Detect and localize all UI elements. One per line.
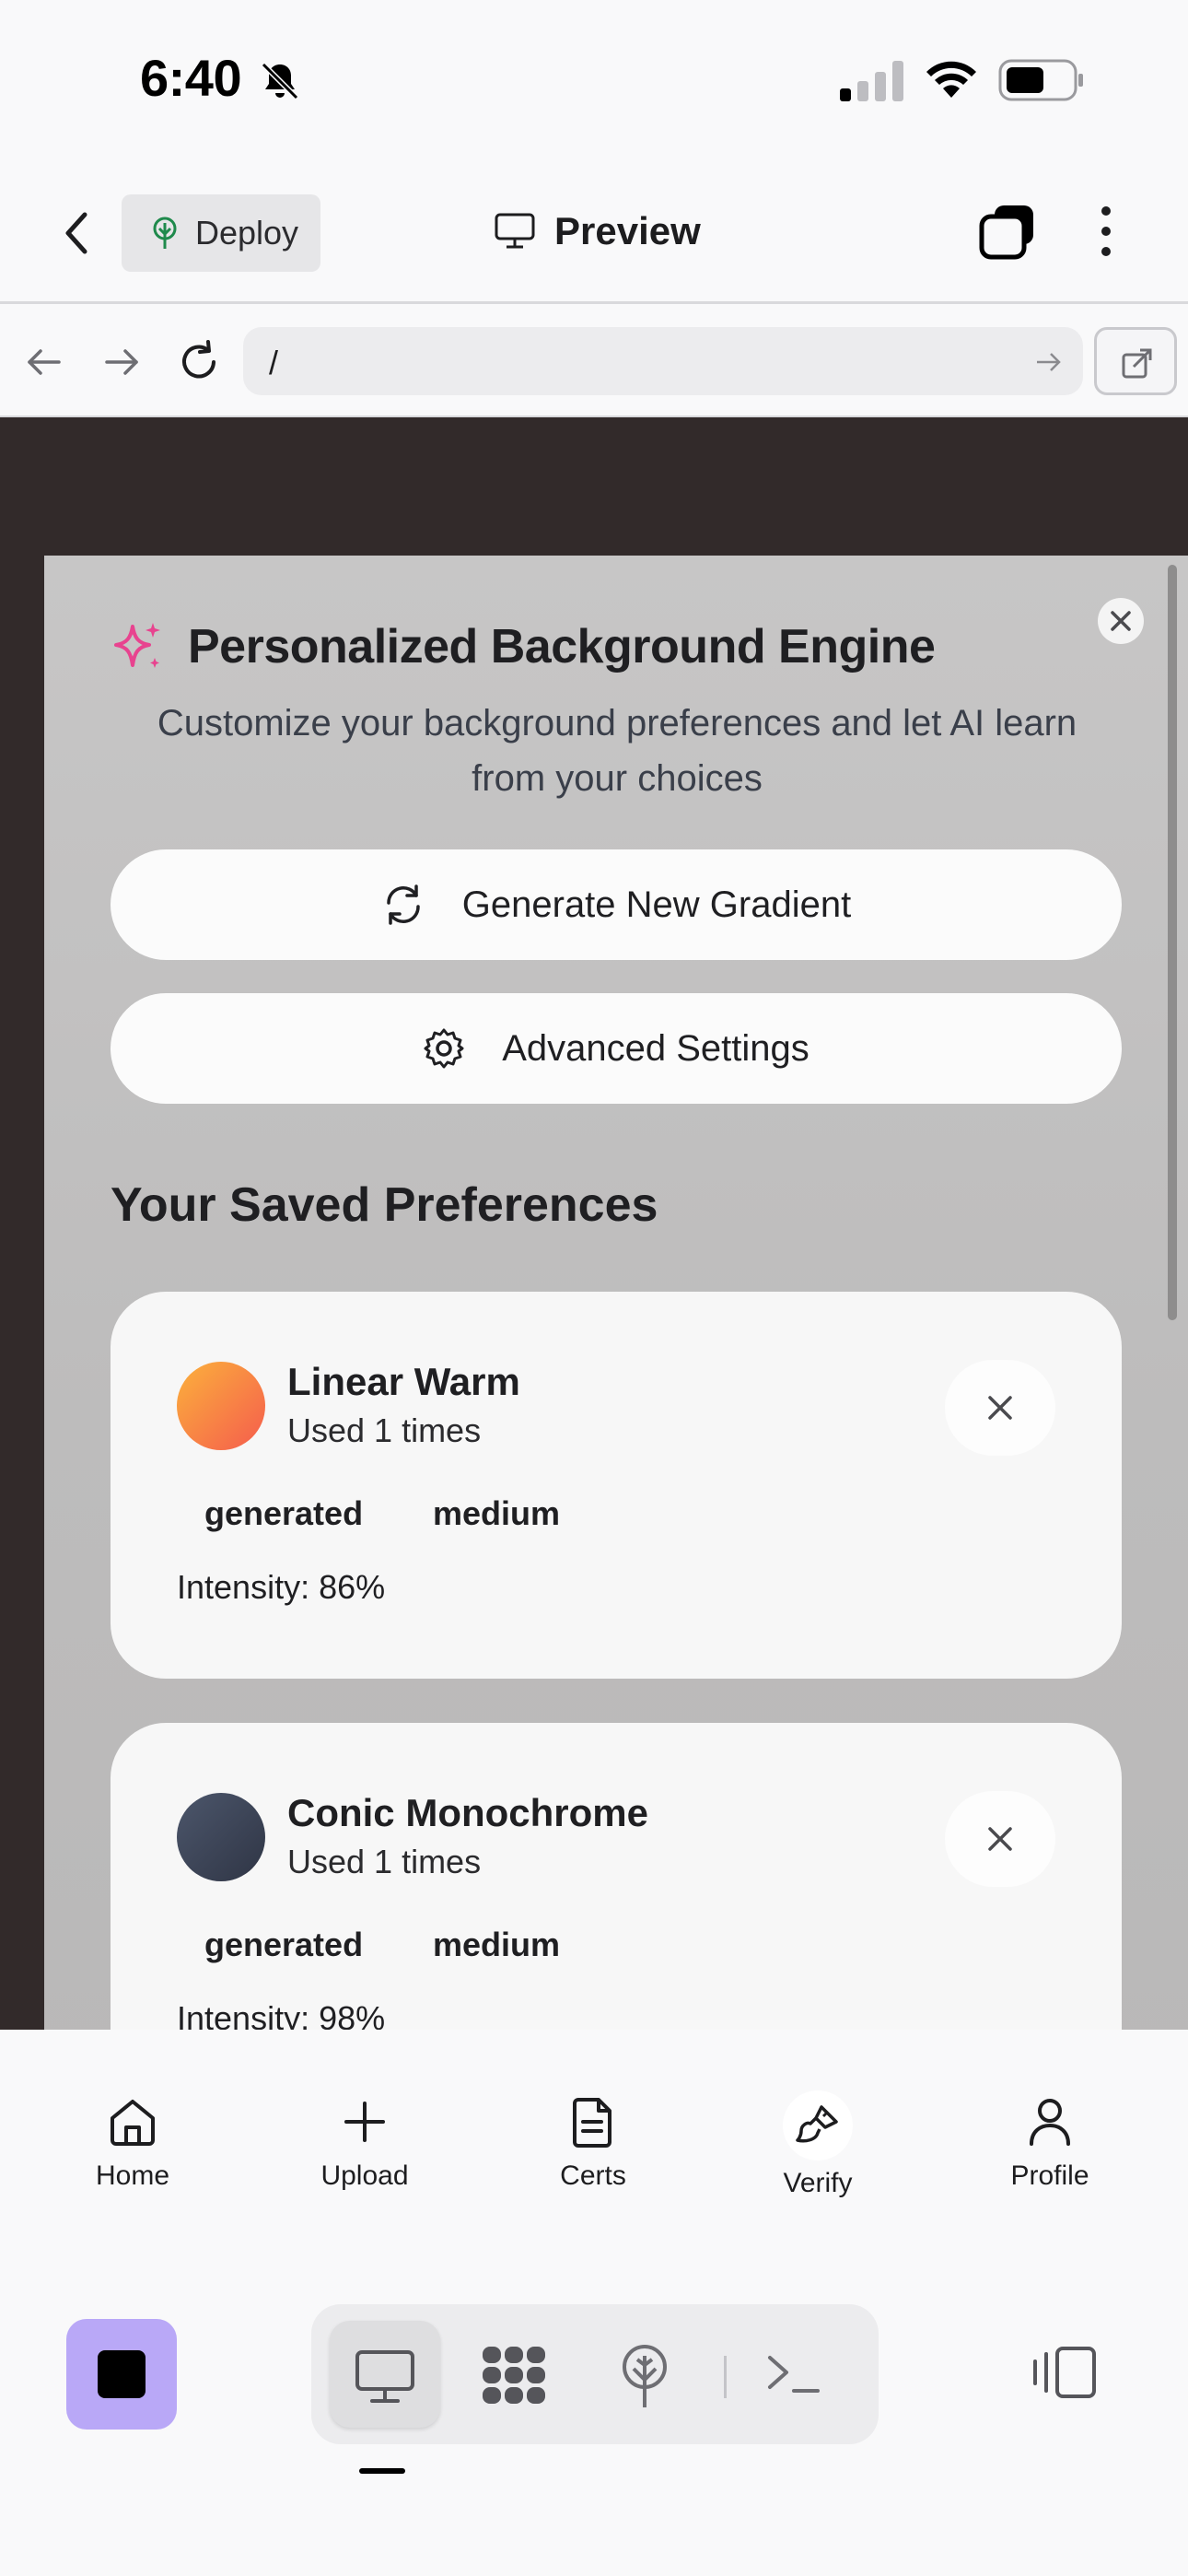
close-icon <box>988 1827 1012 1851</box>
close-icon <box>988 1396 1012 1420</box>
user-icon <box>1030 2099 1070 2146</box>
cell-signal-icon <box>840 61 903 101</box>
tag-level: medium <box>433 1494 561 1532</box>
stop-icon <box>98 2350 146 2398</box>
tag-source: generated <box>204 1926 364 1963</box>
nav-item-home[interactable]: Home <box>41 2094 225 2192</box>
monitor-icon[interactable] <box>348 2339 422 2413</box>
generate-gradient-label: Generate New Gradient <box>461 884 852 925</box>
modal-subtitle: Customize your background preferences an… <box>157 703 1077 799</box>
status-time: 6:40 <box>140 49 242 107</box>
tabs-icon[interactable] <box>978 202 1037 261</box>
modal-close-button[interactable] <box>1098 598 1144 644</box>
preference-usage: Used 1 times <box>287 1843 482 1880</box>
more-options-icon[interactable] <box>1092 202 1120 261</box>
deploy-label: Deploy <box>195 214 299 252</box>
delete-preference-button[interactable] <box>945 1360 1055 1456</box>
refresh-icon <box>387 884 420 925</box>
gradient-swatch <box>177 1362 265 1450</box>
generate-gradient-button[interactable]: Generate New Gradient <box>111 849 1122 960</box>
preference-name: Conic Monochrome <box>287 1791 649 1834</box>
modal-title: Personalized Background Engine <box>111 619 936 674</box>
sparkles-icon <box>114 623 160 668</box>
nav-label: Profile <box>1010 2160 1089 2191</box>
advanced-settings-label: Advanced Settings <box>502 1027 809 1069</box>
deploy-tree-icon[interactable] <box>608 2339 681 2413</box>
nav-item-verify[interactable]: Verify <box>726 2090 910 2199</box>
card-clip: Conic Monochrome Used 1 times generated … <box>0 1714 1188 2030</box>
battery-icon <box>998 59 1083 101</box>
nav-item-certs[interactable]: Certs <box>501 2094 685 2192</box>
preview-title-label: Preview <box>554 209 701 252</box>
preference-usage: Used 1 times <box>287 1411 482 1449</box>
scrollbar[interactable] <box>1168 565 1177 1320</box>
bottom-navigation: Home Upload Certs Verify Profile <box>0 2030 1188 2232</box>
nav-label: Home <box>95 2160 170 2191</box>
deploy-button[interactable]: Deploy <box>122 194 320 272</box>
back-chevron-icon[interactable] <box>57 209 98 257</box>
gradient-swatch <box>177 1793 265 1881</box>
reload-icon[interactable] <box>175 338 223 386</box>
app-bar: Deploy Preview <box>0 161 1188 304</box>
advanced-settings-button[interactable]: Advanced Settings <box>111 993 1122 1104</box>
status-bar: 6:40 <box>0 0 1188 161</box>
monitor-icon <box>495 213 535 249</box>
grid-blocks-icon[interactable] <box>477 2339 551 2413</box>
delete-preference-button[interactable] <box>945 1791 1055 1887</box>
back-arrow-icon[interactable] <box>20 338 68 386</box>
preference-name: Linear Warm <box>287 1360 520 1403</box>
document-icon <box>573 2098 611 2148</box>
open-external-button[interactable] <box>1094 327 1177 395</box>
nav-item-upload[interactable]: Upload <box>273 2094 457 2192</box>
tag-level: medium <box>433 1926 561 1963</box>
plus-icon <box>344 2102 385 2142</box>
preference-card[interactable]: Linear Warm Used 1 times generated mediu… <box>111 1292 1122 1679</box>
preference-card[interactable]: Conic Monochrome Used 1 times generated … <box>111 1723 1122 2030</box>
bell-muted-icon <box>261 62 299 100</box>
url-bar[interactable]: / <box>243 327 1083 395</box>
active-view-indicator <box>359 2468 405 2474</box>
tag-source: generated <box>204 1494 364 1532</box>
url-text: / <box>269 344 279 381</box>
nav-item-profile[interactable]: Profile <box>958 2094 1142 2192</box>
wifi-icon <box>926 61 976 98</box>
modal-title-label: Personalized Background Engine <box>188 620 936 673</box>
verify-icon-bg <box>783 2090 853 2160</box>
home-icon <box>111 2100 155 2146</box>
toolbar-divider <box>724 2356 727 2398</box>
terminal-icon[interactable] <box>759 2339 833 2413</box>
deploy-tree-icon <box>153 217 177 249</box>
stop-button[interactable] <box>66 2319 177 2430</box>
nav-label: Verify <box>783 2168 853 2198</box>
preview-title: Preview <box>494 204 701 259</box>
preference-intensity: Intensity: 98% <box>177 1999 386 2030</box>
close-icon <box>1111 611 1131 631</box>
forward-arrow-icon[interactable] <box>98 338 146 386</box>
side-panel-icon[interactable] <box>1030 2343 1100 2402</box>
brush-icon <box>796 2105 838 2143</box>
preference-intensity: Intensity: 86% <box>177 1568 386 1606</box>
gear-icon <box>424 1028 464 1069</box>
browser-bar: / <box>0 307 1188 417</box>
external-link-icon <box>1122 348 1152 379</box>
nav-label: Upload <box>320 2160 409 2191</box>
workspace-toolbar <box>0 2232 1188 2576</box>
view-switcher <box>311 2304 879 2444</box>
saved-preferences-heading: Your Saved Preferences <box>111 1178 658 1232</box>
nav-label: Certs <box>560 2160 626 2191</box>
go-arrow-icon[interactable] <box>1033 347 1063 377</box>
